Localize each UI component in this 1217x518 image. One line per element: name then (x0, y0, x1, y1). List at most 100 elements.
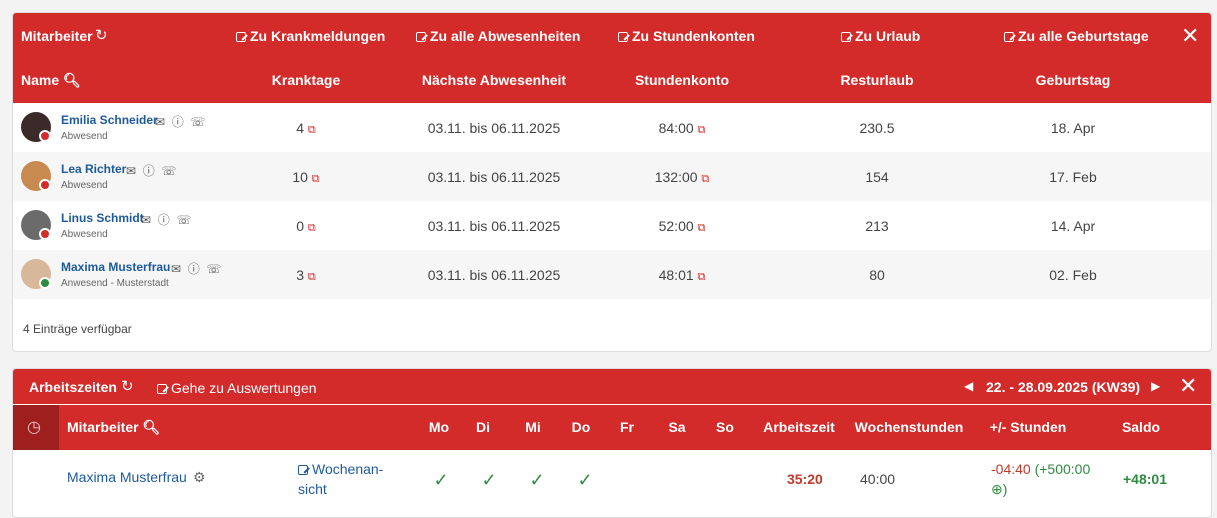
week-view-link[interactable]: Wochenan-sicht (298, 459, 383, 499)
info-icon[interactable]: ⓘ (172, 115, 184, 129)
col-hour-account: Stundenkonto (634, 72, 730, 88)
external-link-icon (298, 465, 308, 475)
birthday: 17. Feb (1049, 169, 1097, 185)
refresh-icon[interactable]: ↻ (95, 26, 108, 44)
phone-icon[interactable]: ☏ (206, 262, 221, 276)
check-icon: ✓ (433, 470, 449, 490)
worktime-title: Arbeitszeiten (29, 379, 117, 395)
worktime-value: 35:20 (787, 471, 823, 487)
status-present-icon (39, 277, 51, 289)
employee-status: Abwesend (61, 229, 108, 240)
employee-name[interactable]: Maxima Musterfrau (67, 469, 187, 485)
gear-icon[interactable]: ⚙ (193, 469, 206, 486)
col-next-absence: Nächste Abwesenheit (421, 72, 567, 88)
external-link-icon[interactable]: ⧉ (308, 124, 316, 136)
col-name[interactable]: Name 🔍︎ (21, 72, 81, 89)
table-row: Emilia Schneider ✉ ⓘ ☏ Abwesend 4 ⧉ 03.1… (13, 103, 1211, 152)
link-sick-notes[interactable]: Zu Krankmeldungen (236, 28, 385, 44)
vacation: 80 (869, 267, 885, 283)
hour-account[interactable]: 52:00 ⧉ (659, 218, 706, 235)
employee-name[interactable]: Lea Richter (61, 162, 126, 176)
external-link-icon (841, 32, 851, 42)
employee-status: Anwesend - Musterstadt (61, 278, 169, 289)
next-absence: 03.11. bis 06.11.2025 (427, 218, 561, 234)
employee-name[interactable]: Emilia Schneider (61, 113, 158, 127)
info-icon[interactable]: ⓘ (143, 164, 155, 178)
employee-status: Abwesend (61, 180, 108, 191)
search-icon[interactable]: 🔍︎ (142, 419, 160, 435)
employee-name[interactable]: Linus Schmidt (61, 211, 144, 225)
check-icon: ✓ (481, 470, 497, 490)
search-icon[interactable]: 🔍︎ (63, 72, 81, 88)
vacation: 230.5 (859, 120, 895, 136)
col-do: Do (571, 419, 591, 435)
next-absence: 03.11. bis 06.11.2025 (427, 169, 561, 185)
close-icon[interactable]: ✕ (1181, 25, 1199, 47)
external-link-icon[interactable]: ⧉ (698, 271, 706, 283)
hours-diff-value: -04:40 (+500:00 ⊕) (991, 461, 1091, 497)
clock-icon: ◷ (27, 419, 41, 436)
link-vacation[interactable]: Zu Urlaub (841, 28, 920, 44)
external-link-icon (157, 384, 167, 394)
mail-icon[interactable]: ✉ (155, 115, 165, 129)
col-sick-days: Kranktage (271, 72, 341, 88)
table-row: Maxima Musterfrau ✉ ⓘ ☏ Anwesend - Muste… (13, 250, 1211, 299)
col-employee[interactable]: Mitarbeiter 🔍︎ (67, 419, 160, 436)
employee-name[interactable]: Maxima Musterfrau (61, 260, 170, 274)
contact-icons[interactable]: ✉ ⓘ ☏ (141, 211, 191, 228)
link-evaluations[interactable]: Gehe zu Auswertungen (157, 380, 317, 396)
phone-icon[interactable]: ☏ (190, 115, 205, 129)
refresh-icon[interactable]: ↻ (121, 377, 134, 395)
mail-icon[interactable]: ✉ (141, 213, 151, 227)
contact-icons[interactable]: ✉ ⓘ ☏ (155, 113, 205, 130)
link-all-absences[interactable]: Zu alle Abwesenheiten (416, 28, 580, 44)
external-link-icon[interactable]: ⧉ (698, 222, 706, 234)
link-hour-accounts[interactable]: Zu Stundenkonten (618, 28, 755, 44)
mail-icon[interactable]: ✉ (126, 164, 136, 178)
employee-status: Abwesend (61, 131, 108, 142)
vacation: 213 (865, 218, 889, 234)
check-icon: ✓ (529, 470, 545, 490)
external-link-icon[interactable]: ⧉ (701, 173, 709, 185)
contact-icons[interactable]: ✉ ⓘ ☏ (126, 162, 176, 179)
hour-account[interactable]: 48:01 ⧉ (659, 267, 706, 284)
sick-days[interactable]: 4 ⧉ (296, 120, 316, 137)
birthday: 18. Apr (1050, 120, 1096, 136)
external-link-icon[interactable]: ⧉ (308, 222, 316, 234)
birthday: 02. Feb (1049, 267, 1097, 283)
weekly-hours-value: 40:00 (860, 471, 896, 487)
phone-icon[interactable]: ☏ (176, 213, 191, 227)
close-icon[interactable]: ✕ (1179, 375, 1197, 397)
col-mo: Mo (428, 419, 450, 435)
info-icon[interactable]: ⓘ (188, 262, 200, 276)
external-link-icon[interactable]: ⧉ (308, 271, 316, 283)
next-week-button[interactable]: ▶ (1151, 379, 1160, 393)
vacation: 154 (865, 169, 889, 185)
next-absence: 03.11. bis 06.11.2025 (427, 120, 561, 136)
status-absent-icon (39, 179, 51, 191)
table-row: Linus Schmidt ✉ ⓘ ☏ Abwesend 0 ⧉ 03.11. … (13, 201, 1211, 250)
worktime-columns: ◷ Mitarbeiter 🔍︎ Mo Di Mi Do Fr Sa So Ar… (13, 405, 1211, 450)
sick-days[interactable]: 0 ⧉ (296, 218, 316, 235)
status-absent-icon (39, 228, 51, 240)
entries-count: 4 Einträge verfügbar (23, 322, 132, 336)
prev-week-button[interactable]: ◀ (964, 379, 973, 393)
col-fr: Fr (620, 419, 634, 435)
col-weekly-hours: Wochenstunden (854, 419, 964, 435)
link-all-birthdays[interactable]: Zu alle Geburtstage (1004, 28, 1149, 44)
sick-days[interactable]: 10 ⧉ (292, 169, 319, 186)
external-link-icon[interactable]: ⧉ (312, 173, 320, 185)
hour-account[interactable]: 132:00 ⧉ (655, 169, 710, 186)
contact-icons[interactable]: ✉ ⓘ ☏ (171, 260, 221, 277)
hour-account[interactable]: 84:00 ⧉ (659, 120, 706, 137)
employees-header: Mitarbeiter ↻ Zu Krankmeldungen Zu alle … (13, 13, 1211, 103)
phone-icon[interactable]: ☏ (161, 164, 176, 178)
worktime-topbar: Arbeitszeiten ↻ Gehe zu Auswertungen ◀ 2… (13, 369, 1211, 404)
info-icon[interactable]: ⓘ (158, 213, 170, 227)
plus-icon[interactable]: ⊕ (991, 481, 1003, 497)
saldo-value: +48:01 (1123, 471, 1167, 487)
mail-icon[interactable]: ✉ (171, 262, 181, 276)
sick-days[interactable]: 3 ⧉ (296, 267, 316, 284)
birthday: 14. Apr (1050, 218, 1096, 234)
external-link-icon[interactable]: ⧉ (698, 124, 706, 136)
